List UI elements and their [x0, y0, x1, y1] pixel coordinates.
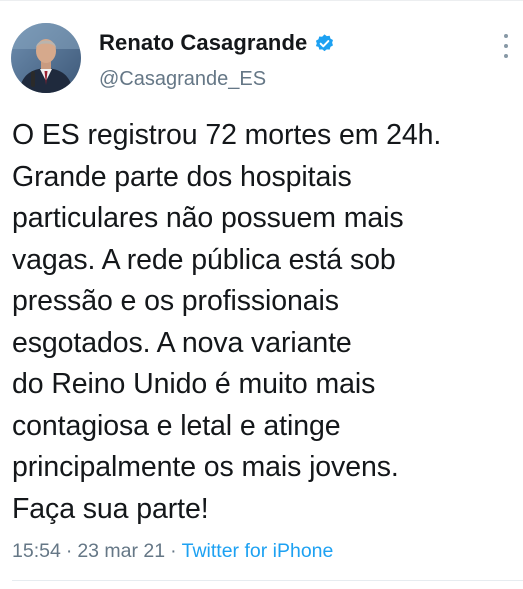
tweet-meta: 15:54 · 23 mar 21 · Twitter for iPhone: [12, 540, 333, 563]
more-dot: [504, 44, 508, 48]
tweet-time[interactable]: 15:54: [12, 540, 61, 562]
meta-separator: ·: [170, 540, 177, 562]
tweet-source-link[interactable]: Twitter for iPhone: [182, 540, 334, 562]
avatar[interactable]: [11, 23, 81, 93]
more-dot: [504, 34, 508, 38]
author-name-row: Renato Casagrande: [99, 30, 335, 56]
tweet-date[interactable]: 23 mar 21: [77, 540, 165, 562]
author-display-name[interactable]: Renato Casagrande: [99, 30, 307, 56]
verified-badge-icon: [314, 33, 335, 54]
more-dot: [504, 54, 508, 58]
top-divider: [0, 0, 523, 1]
more-vertical-icon[interactable]: [498, 34, 514, 58]
author-handle[interactable]: @Casagrande_ES: [99, 68, 266, 91]
profile-photo: [11, 23, 81, 93]
tweet-card: Renato Casagrande @Casagrande_ES O ES re…: [0, 0, 523, 589]
meta-separator: ·: [65, 540, 73, 562]
tweet-text: O ES registrou 72 mortes em 24h. Grande …: [12, 119, 442, 525]
bottom-divider: [12, 580, 523, 581]
